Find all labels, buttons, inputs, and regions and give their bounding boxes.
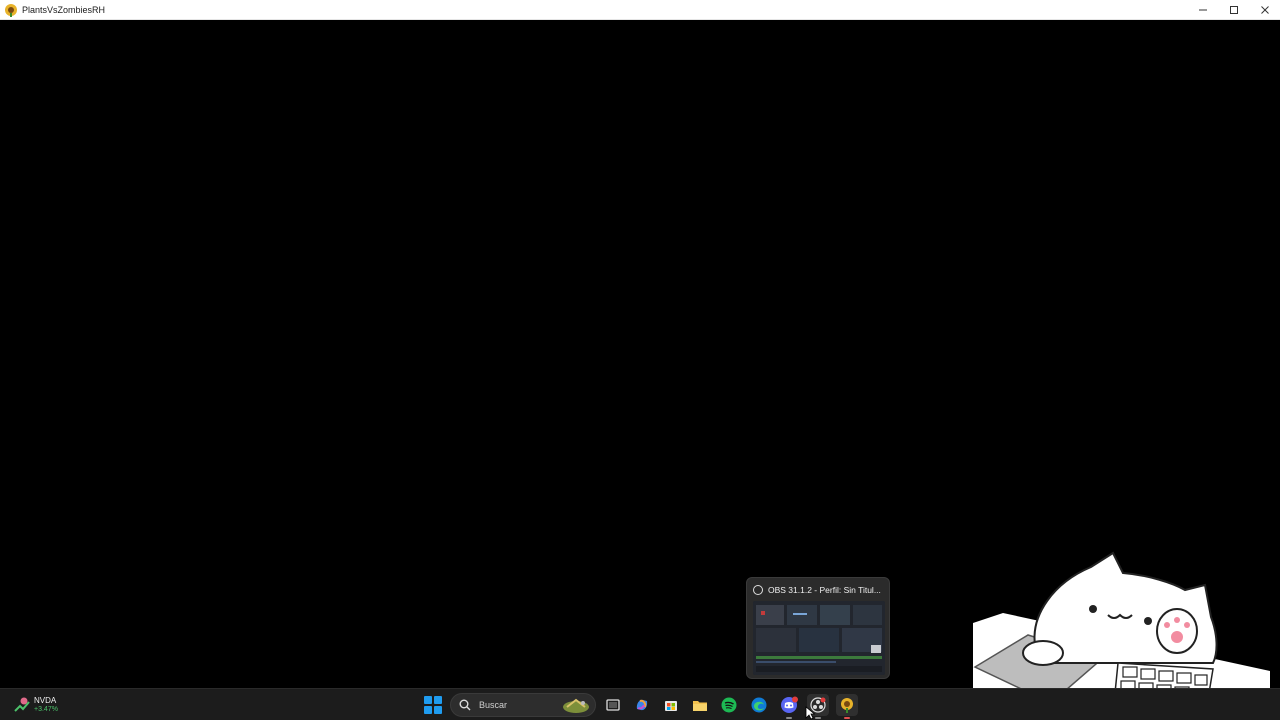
discord-button[interactable] bbox=[778, 694, 800, 719]
file-explorer-button[interactable] bbox=[689, 694, 711, 716]
maximize-button[interactable] bbox=[1218, 0, 1249, 20]
edge-browser-icon bbox=[751, 697, 767, 713]
taskbar-search-box[interactable]: Buscar bbox=[450, 693, 596, 717]
window-titlebar[interactable]: PlantsVsZombiesRH bbox=[0, 0, 1280, 20]
microsoft-store-button[interactable] bbox=[660, 694, 682, 716]
running-indicator bbox=[844, 717, 850, 719]
stock-change: +3.47% bbox=[34, 706, 58, 713]
task-view-button[interactable] bbox=[602, 694, 624, 716]
sunflower-icon bbox=[841, 698, 853, 713]
stock-trend-icon bbox=[14, 697, 30, 712]
minimize-icon bbox=[1198, 9, 1207, 11]
start-button[interactable] bbox=[424, 696, 442, 714]
close-icon bbox=[1260, 6, 1269, 14]
stock-widget[interactable]: NVDA +3.47% bbox=[14, 692, 58, 718]
windows-logo-tile bbox=[434, 706, 442, 714]
mouse-cursor-icon bbox=[805, 706, 815, 720]
windows-logo-tile bbox=[424, 696, 432, 704]
maximize-icon bbox=[1229, 6, 1238, 14]
windows-logo-tile bbox=[434, 696, 442, 704]
search-icon bbox=[459, 699, 471, 711]
preview-header: OBS 31.1.2 - Perfil: Sin Titul... bbox=[753, 583, 883, 597]
close-button[interactable] bbox=[1249, 0, 1280, 20]
taskbar: NVDA +3.47% Buscar bbox=[0, 688, 1280, 720]
window-title: PlantsVsZombiesRH bbox=[22, 4, 106, 15]
running-indicator bbox=[786, 717, 792, 719]
taskbar-thumbnail-preview[interactable]: OBS 31.1.2 - Perfil: Sin Titul... bbox=[746, 577, 890, 679]
spotify-icon bbox=[721, 697, 737, 713]
plants-vs-zombies-button[interactable] bbox=[836, 694, 858, 719]
preview-thumbnail[interactable] bbox=[753, 601, 885, 675]
discord-icon bbox=[781, 696, 798, 713]
window-controls bbox=[1187, 0, 1280, 20]
search-highlight-icon bbox=[563, 698, 589, 713]
folder-icon bbox=[693, 701, 707, 711]
obs-icon bbox=[753, 585, 763, 595]
windows-logo-tile bbox=[424, 706, 432, 714]
stock-widget-text: NVDA +3.47% bbox=[34, 696, 58, 714]
stock-ticker: NVDA bbox=[34, 696, 57, 705]
sunflower-app-icon bbox=[5, 3, 17, 17]
preview-title: OBS 31.1.2 - Perfil: Sin Titul... bbox=[768, 585, 881, 595]
running-indicator bbox=[815, 717, 821, 719]
notification-badge bbox=[792, 696, 798, 703]
copilot-button[interactable] bbox=[631, 694, 653, 716]
task-view-icon bbox=[606, 699, 620, 711]
copilot-icon bbox=[636, 699, 648, 711]
minimize-button[interactable] bbox=[1187, 0, 1218, 20]
obs-window-thumbnail bbox=[753, 601, 885, 675]
store-bag-icon bbox=[665, 701, 677, 711]
edge-button[interactable] bbox=[748, 694, 770, 716]
search-placeholder: Buscar bbox=[479, 700, 508, 710]
spotify-button[interactable] bbox=[718, 694, 740, 716]
